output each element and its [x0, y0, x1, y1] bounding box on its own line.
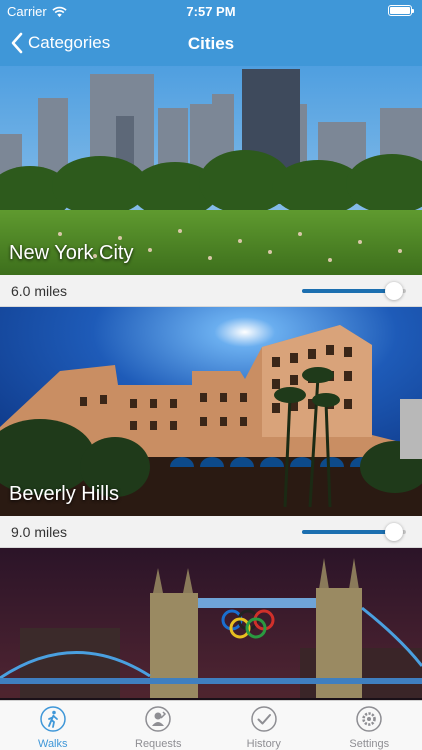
tab-requests[interactable]: Requests: [106, 701, 212, 750]
distance-row: 9.0 miles: [0, 516, 422, 548]
city-card[interactable]: New York City 6.0 miles: [0, 66, 422, 307]
distance-label: 9.0 miles: [11, 524, 68, 540]
navigation-bar: Categories Cities: [0, 22, 422, 66]
city-photo-image: [0, 548, 422, 700]
slider-fill: [302, 289, 394, 293]
tab-label: History: [246, 738, 281, 750]
top-bar: Carrier 7:57 PM Categories Cities: [0, 0, 422, 66]
status-bar: Carrier 7:57 PM: [0, 0, 422, 22]
city-card[interactable]: Beverly Hills 9.0 miles: [0, 307, 422, 548]
distance-row: 6.0 miles: [0, 275, 422, 307]
distance-slider[interactable]: [302, 523, 406, 541]
gear-icon: [356, 706, 382, 732]
city-list[interactable]: New York City 6.0 miles Beverly Hills 9.…: [0, 66, 422, 700]
city-photo-beverly-hills[interactable]: Beverly Hills: [0, 307, 422, 516]
tab-bar: Walks Requests History Settings: [0, 700, 422, 750]
city-name: Beverly Hills: [9, 483, 120, 505]
back-button-label: Categories: [28, 33, 111, 52]
city-name: New York City: [9, 242, 134, 264]
slider-thumb[interactable]: [384, 523, 403, 541]
checkmark-icon: [251, 706, 277, 732]
walker-icon: [40, 706, 66, 732]
tab-label: Requests: [135, 738, 182, 750]
tab-settings[interactable]: Settings: [317, 701, 422, 750]
tab-label: Walks: [37, 738, 68, 750]
clock: 7:57 PM: [186, 4, 236, 19]
city-photo-london[interactable]: [0, 548, 422, 700]
chevron-left-icon: [11, 32, 23, 54]
back-button[interactable]: Categories: [10, 31, 110, 55]
tab-history[interactable]: History: [211, 701, 317, 750]
slider-thumb[interactable]: [384, 282, 403, 300]
tab-label: Settings: [349, 738, 390, 750]
distance-label: 6.0 miles: [11, 283, 68, 299]
tab-walks[interactable]: Walks: [0, 701, 106, 750]
city-photo-new-york[interactable]: New York City: [0, 66, 422, 275]
city-card[interactable]: [0, 548, 422, 700]
requests-icon: [145, 706, 171, 732]
distance-slider[interactable]: [302, 282, 406, 300]
battery-icon: [388, 5, 414, 16]
slider-fill: [302, 530, 394, 534]
